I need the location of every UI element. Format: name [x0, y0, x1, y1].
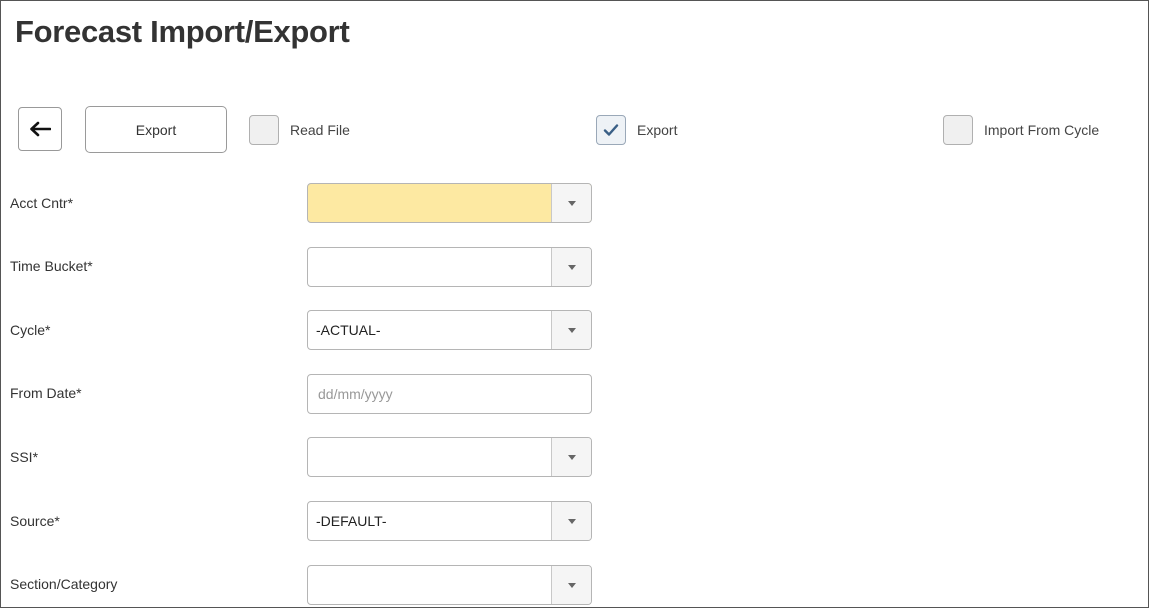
section-category-select[interactable] — [307, 565, 592, 605]
caret-down-icon — [567, 454, 576, 460]
time-bucket-dropdown-button[interactable] — [551, 248, 591, 286]
time-bucket-label: Time Bucket* — [10, 258, 93, 274]
section-category-dropdown-button[interactable] — [551, 566, 591, 604]
page-title: Forecast Import/Export — [15, 14, 350, 49]
section-category-label: Section/Category — [10, 576, 118, 592]
caret-down-icon — [567, 518, 576, 524]
source-value: -DEFAULT- — [316, 513, 387, 529]
checkbox-box[interactable] — [943, 115, 973, 145]
back-button[interactable] — [18, 107, 62, 151]
time-bucket-select[interactable] — [307, 247, 592, 287]
ssi-select[interactable] — [307, 437, 592, 477]
arrow-left-icon — [30, 121, 51, 137]
export-checkbox[interactable]: Export — [596, 114, 677, 146]
export-button[interactable]: Export — [85, 106, 227, 153]
cycle-label: Cycle* — [10, 322, 51, 338]
source-label: Source* — [10, 513, 60, 529]
source-select[interactable]: -DEFAULT- — [307, 501, 592, 541]
import-from-cycle-label: Import From Cycle — [984, 122, 1100, 138]
ssi-dropdown-button[interactable] — [551, 438, 591, 476]
caret-down-icon — [567, 200, 576, 206]
acct-cntr-label: Acct Cntr* — [10, 195, 74, 211]
source-dropdown-button[interactable] — [551, 502, 591, 540]
export-label: Export — [637, 122, 678, 138]
checkbox-box[interactable] — [596, 115, 626, 145]
from-date-input[interactable] — [308, 375, 591, 413]
acct-cntr-select[interactable] — [307, 183, 592, 223]
caret-down-icon — [567, 582, 576, 588]
caret-down-icon — [567, 327, 576, 333]
ssi-label: SSI* — [10, 449, 39, 465]
cycle-select[interactable]: -ACTUAL- — [307, 310, 592, 350]
checkmark-icon — [603, 124, 619, 136]
import-from-cycle-checkbox[interactable]: Import From Cycle — [943, 114, 1099, 146]
checkbox-box[interactable] — [249, 115, 279, 145]
cycle-value: -ACTUAL- — [316, 322, 381, 338]
caret-down-icon — [567, 264, 576, 270]
read-file-checkbox[interactable]: Read File — [249, 114, 350, 146]
from-date-label: From Date* — [10, 385, 82, 401]
acct-cntr-dropdown-button[interactable] — [551, 184, 591, 222]
cycle-dropdown-button[interactable] — [551, 311, 591, 349]
read-file-label: Read File — [290, 122, 350, 138]
from-date-field[interactable] — [307, 374, 592, 414]
